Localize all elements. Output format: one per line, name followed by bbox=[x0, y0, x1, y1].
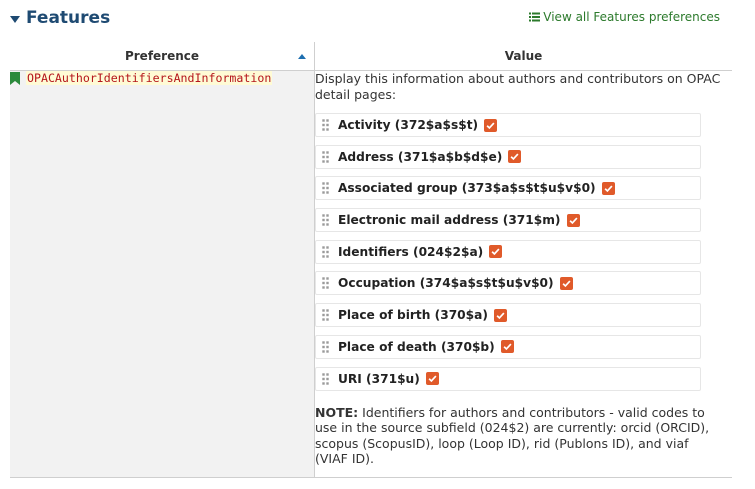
view-all-label: View all Features preferences bbox=[543, 10, 720, 24]
sortable-option[interactable]: Electronic mail address (371$m) bbox=[315, 208, 701, 233]
preference-cell: OPACAuthorIdentifiersAndInformation bbox=[10, 70, 315, 478]
option-label: Place of death (370$b) bbox=[338, 339, 495, 354]
option-label: Address (371$a$b$d$e) bbox=[338, 149, 503, 164]
bookmark-icon bbox=[10, 71, 20, 85]
drag-handle-icon[interactable] bbox=[322, 309, 330, 321]
column-header-preference-label: Preference bbox=[124, 49, 200, 63]
drag-handle-icon[interactable] bbox=[322, 372, 330, 385]
option-label: Identifiers (024$2$a) bbox=[338, 244, 484, 259]
drag-handle-icon[interactable] bbox=[322, 150, 330, 163]
drag-handle-icon[interactable] bbox=[322, 341, 330, 353]
checkmark-icon bbox=[486, 121, 495, 129]
preference-name: OPACAuthorIdentifiersAndInformation bbox=[10, 71, 314, 85]
option-checkbox[interactable] bbox=[601, 181, 615, 195]
sortable-option[interactable]: Occupation (374$a$s$t$u$v$0) bbox=[315, 271, 701, 296]
column-header-value: Value bbox=[314, 42, 732, 71]
checkmark-icon bbox=[491, 248, 500, 256]
preference-name-link[interactable]: OPACAuthorIdentifiersAndInformation bbox=[26, 71, 273, 85]
option-checkbox[interactable] bbox=[508, 150, 522, 164]
sortable-options-list: Activity (372$a$s$t) Address (371$a$b$d$e… bbox=[315, 113, 732, 391]
option-label: Occupation (374$a$s$t$u$v$0) bbox=[338, 276, 554, 291]
drag-handle-icon[interactable] bbox=[322, 277, 330, 290]
option-checkbox[interactable] bbox=[566, 213, 580, 227]
value-intro: Display this information about authors a… bbox=[315, 71, 721, 102]
caret-down-icon bbox=[10, 15, 20, 23]
checkmark-icon bbox=[562, 280, 571, 288]
option-checkbox[interactable] bbox=[500, 340, 514, 354]
option-checkbox[interactable] bbox=[493, 308, 507, 322]
sortable-option[interactable]: Identifiers (024$2$a) bbox=[315, 239, 701, 264]
drag-handle-icon[interactable] bbox=[322, 214, 330, 226]
section-title: Features bbox=[26, 8, 111, 28]
option-label: Associated group (373$a$s$t$u$v$0) bbox=[338, 181, 596, 196]
sortable-option[interactable]: URI (371$u) bbox=[315, 366, 701, 391]
sortable-option[interactable]: Activity (372$a$s$t) bbox=[315, 113, 701, 137]
column-header-preference[interactable]: Preference bbox=[10, 42, 315, 71]
checkmark-icon bbox=[496, 312, 505, 319]
table-row: OPACAuthorIdentifiersAndInformation Disp… bbox=[10, 70, 732, 478]
checkmark-icon bbox=[503, 343, 512, 351]
option-label: Place of birth (370$a) bbox=[338, 308, 488, 323]
checkmark-icon bbox=[604, 185, 613, 193]
option-label: URI (371$u) bbox=[338, 371, 420, 386]
option-checkbox[interactable] bbox=[559, 276, 573, 290]
sortable-option[interactable]: Place of death (370$b) bbox=[315, 334, 701, 359]
option-label: Electronic mail address (371$m) bbox=[338, 213, 561, 228]
sort-asc-icon bbox=[298, 54, 306, 59]
value-cell: Display this information about authors a… bbox=[314, 70, 732, 478]
option-checkbox[interactable] bbox=[484, 118, 498, 132]
drag-handle-icon[interactable] bbox=[322, 182, 330, 195]
note: NOTE: Identifiers for authors and contri… bbox=[315, 405, 725, 467]
note-text: Identifiers for authors and contributors… bbox=[315, 404, 710, 467]
sortable-option[interactable]: Place of birth (370$a) bbox=[315, 303, 701, 328]
option-label: Activity (372$a$s$t) bbox=[338, 118, 479, 132]
note-label: NOTE: bbox=[315, 404, 359, 420]
section-toggle[interactable]: Features bbox=[10, 8, 110, 28]
column-header-value-label: Value bbox=[504, 49, 543, 63]
option-checkbox[interactable] bbox=[489, 245, 503, 259]
sortable-option[interactable]: Address (371$a$b$d$e) bbox=[315, 144, 701, 169]
checkmark-icon bbox=[428, 375, 437, 383]
checkmark-icon bbox=[569, 217, 578, 224]
sortable-option[interactable]: Associated group (373$a$s$t$u$v$0) bbox=[315, 176, 701, 201]
option-checkbox[interactable] bbox=[425, 372, 439, 385]
drag-handle-icon[interactable] bbox=[322, 119, 330, 131]
view-all-preferences-link[interactable]: View all Features preferences bbox=[529, 10, 720, 24]
preferences-table: Preference Value OPACAuthorIdentifiersAn… bbox=[10, 42, 732, 478]
drag-handle-icon[interactable] bbox=[322, 246, 330, 258]
checkmark-icon bbox=[510, 153, 519, 161]
list-icon bbox=[529, 12, 541, 22]
section-header: Features View all Features preferences bbox=[0, 0, 740, 42]
